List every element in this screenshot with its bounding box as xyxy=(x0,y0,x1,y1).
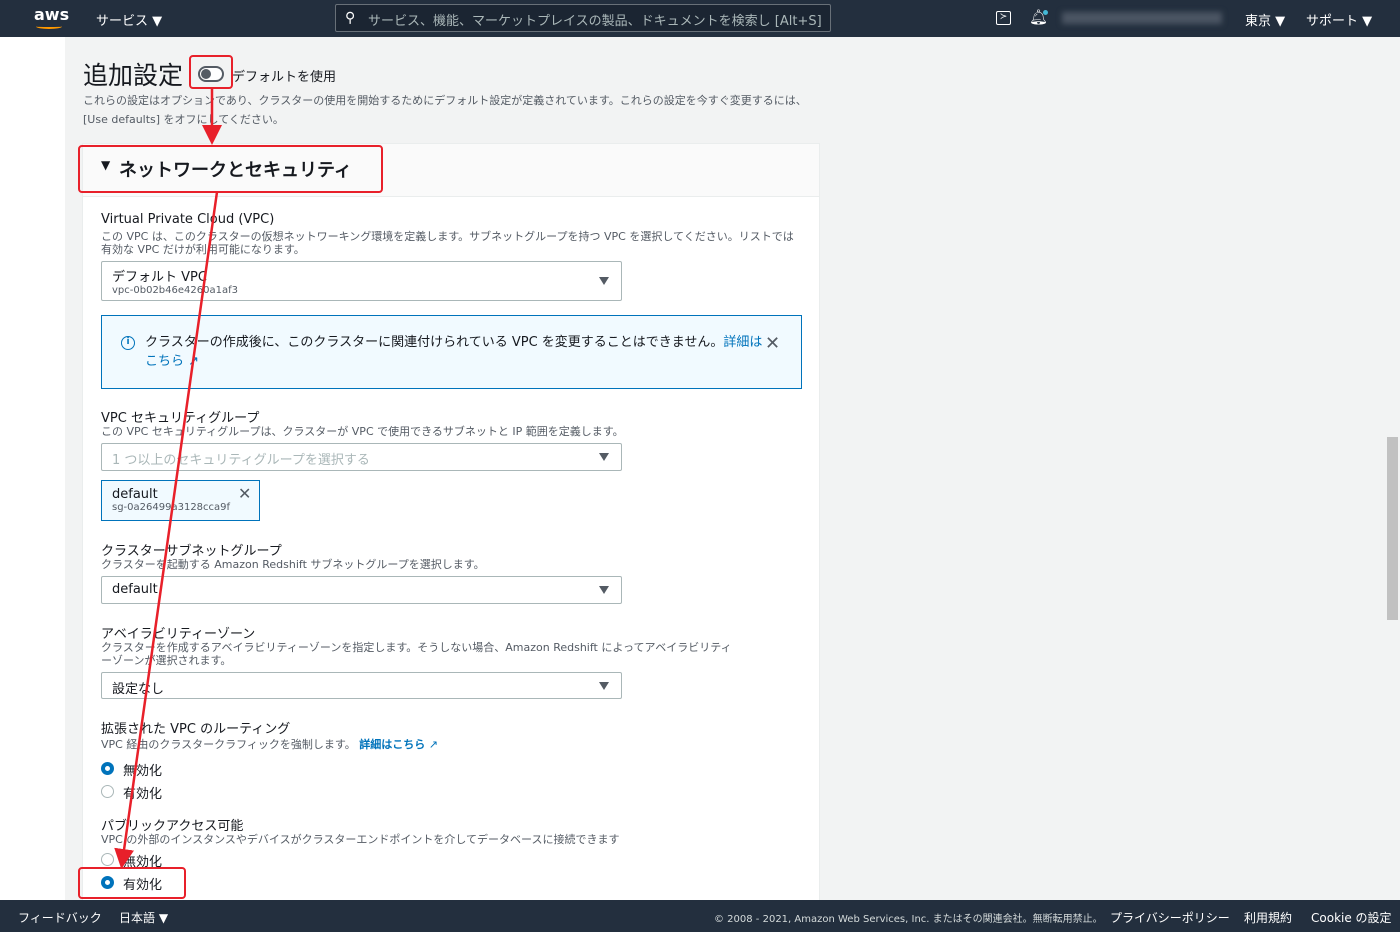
vpc-description: この VPC は、このクラスターの仮想ネットワーキング環境を定義します。サブネッ… xyxy=(101,230,794,256)
cookie-link[interactable]: Cookie の設定 xyxy=(1311,909,1392,926)
external-link-icon: ↗ xyxy=(188,354,200,369)
subnet-label: クラスターサブネットグループ xyxy=(101,544,282,559)
info-alert: i クラスターの作成後に、このクラスターに関連付けられている VPC を変更する… xyxy=(101,315,802,389)
use-defaults-toggle[interactable] xyxy=(198,66,224,82)
cloudshell-icon[interactable]: ≻ xyxy=(996,11,1011,25)
routing-description: VPC 経由のクラスタークラフィックを強制します。 詳細はこちら ↗ xyxy=(101,738,439,751)
notification-dot xyxy=(1043,10,1048,15)
routing-enable-radio[interactable] xyxy=(101,785,114,798)
copyright: © 2008 - 2021, Amazon Web Services, Inc.… xyxy=(714,914,1103,925)
chevron-down-icon xyxy=(599,586,609,594)
routing-learn-more-link[interactable]: 詳細はこちら xyxy=(359,738,425,751)
terms-link[interactable]: 利用規約 xyxy=(1244,909,1292,926)
expand-caret-icon: ▼ xyxy=(101,158,111,172)
az-select[interactable]: 設定なし xyxy=(101,672,622,699)
chevron-down-icon xyxy=(599,453,609,461)
search-input[interactable]: ⚲ サービス、機能、マーケットプレイスの製品、ドキュメントを検索し [Alt+S… xyxy=(335,4,831,32)
sg-label: VPC セキュリティグループ xyxy=(101,411,260,426)
privacy-link[interactable]: プライバシーポリシー xyxy=(1110,909,1230,926)
learn-more-link-2[interactable]: こちら xyxy=(145,354,184,369)
subnet-description: クラスターを起動する Amazon Redshift サブネットグループを選択し… xyxy=(101,558,485,571)
info-text: クラスターの作成後に、このクラスターに関連付けられている VPC を変更すること… xyxy=(145,335,724,350)
sg-select[interactable]: 1 つ以上のセキュリティグループを選択する xyxy=(101,443,622,471)
sg-description: この VPC セキュリティグループは、クラスターが VPC で使用できるサブネッ… xyxy=(101,425,624,438)
public-disable-label: 無効化 xyxy=(123,855,163,870)
network-security-panel xyxy=(82,143,820,903)
aws-smile-icon xyxy=(36,24,62,29)
vpc-label: Virtual Private Cloud (VPC) xyxy=(101,212,275,227)
learn-more-link[interactable]: 詳細は xyxy=(723,335,762,350)
public-enable-label: 有効化 xyxy=(123,878,163,893)
region-menu[interactable]: 東京 ▼ xyxy=(1245,10,1285,29)
account-menu[interactable] xyxy=(1062,12,1222,24)
chevron-down-icon xyxy=(599,277,609,285)
routing-enable-label: 有効化 xyxy=(123,787,163,802)
subnet-select[interactable]: default xyxy=(101,576,622,604)
info-icon: i xyxy=(121,336,135,350)
sg-token: default sg-0a26499a3128cca9f ✕ xyxy=(101,480,260,521)
feedback-link[interactable]: フィードバック xyxy=(18,909,102,926)
public-description: VPC の外部のインスタンスやデバイスがクラスターエンドポイントを介してデータベ… xyxy=(101,833,620,846)
vpc-select[interactable]: デフォルト VPC vpc-0b02b46e4260a1af3 xyxy=(101,261,622,301)
az-description: クラスターを作成するアベイラビリティーゾーンを指定します。そうしない場合、Ama… xyxy=(101,641,732,667)
close-icon[interactable]: ✕ xyxy=(765,333,780,354)
chevron-down-icon xyxy=(599,681,609,690)
use-defaults-label: デフォルトを使用 xyxy=(232,70,337,85)
panel-title: ネットワークとセキュリティ xyxy=(119,160,352,181)
external-link-icon: ↗ xyxy=(428,738,439,751)
public-disable-radio[interactable] xyxy=(101,853,114,866)
services-menu[interactable]: サービス ▼ xyxy=(96,10,162,29)
public-enable-radio[interactable] xyxy=(101,876,114,889)
top-navigation: aws サービス ▼ ⚲ サービス、機能、マーケットプレイスの製品、ドキュメント… xyxy=(0,0,1400,37)
section-description: これらの設定はオプションであり、クラスターの使用を開始するためにデフォルト設定が… xyxy=(83,94,807,126)
az-label: アベイラビリティーゾーン xyxy=(101,627,256,642)
routing-disable-label: 無効化 xyxy=(123,764,163,779)
support-menu[interactable]: サポート ▼ xyxy=(1306,10,1372,29)
panel-header[interactable]: ▼ ネットワークとセキュリティ xyxy=(83,144,819,197)
routing-label: 拡張された VPC のルーティング xyxy=(101,722,291,737)
routing-disable-radio[interactable] xyxy=(101,762,114,775)
language-menu[interactable]: 日本語 ▼ xyxy=(119,909,168,926)
search-icon: ⚲ xyxy=(345,10,356,26)
scrollbar-thumb[interactable] xyxy=(1387,437,1398,620)
section-title: 追加設定 xyxy=(83,61,184,90)
footer: フィードバック 日本語 ▼ © 2008 - 2021, Amazon Web … xyxy=(0,900,1400,932)
remove-token-icon[interactable]: ✕ xyxy=(238,484,251,503)
aws-logo[interactable]: aws xyxy=(34,5,69,24)
public-label: パブリックアクセス可能 xyxy=(101,819,244,834)
